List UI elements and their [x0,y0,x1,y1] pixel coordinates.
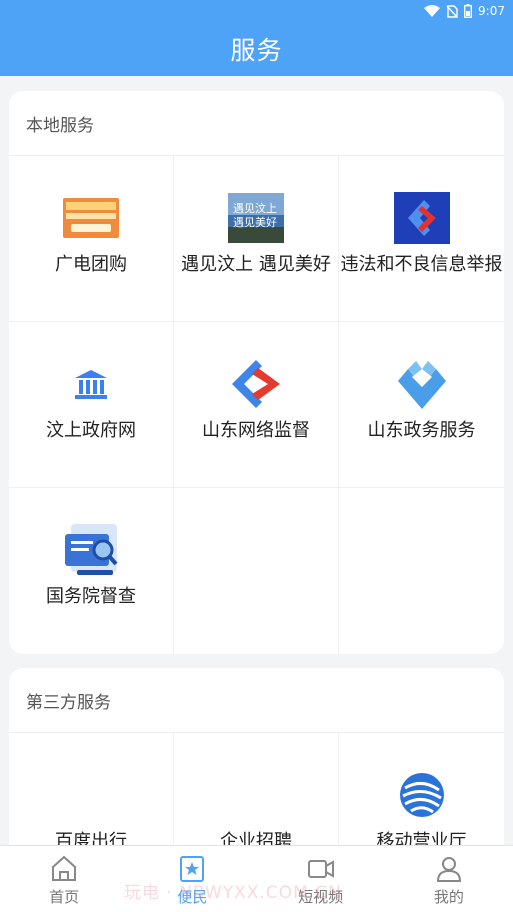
service-label: 广电团购 [55,254,127,275]
network-supervision-logo-icon [228,358,284,410]
service-label: 遇见汶上 遇见美好 [181,254,331,275]
section-title: 本地服务 [26,115,94,136]
service-item-group-buy[interactable]: 广电团购 [9,156,174,322]
no-sim-icon [446,4,458,18]
status-time: 9:07 [478,4,505,18]
watermark: 玩电 · NBWYXX.COM.CN [124,883,342,903]
service-item-wenshang-gov[interactable]: 汶上政府网 [9,322,174,488]
state-council-inspection-icon [63,524,119,576]
nav-label: 首页 [49,888,80,906]
user-icon [436,857,461,882]
service-label: 山东政务服务 [367,420,476,441]
empty-cell [174,488,339,654]
nav-home[interactable]: 首页 [0,846,128,912]
home-icon [52,855,77,881]
service-item-state-council[interactable]: 国务院督查 [9,488,174,654]
government-service-logo-icon [394,358,450,410]
report-logo-icon [393,192,450,244]
status-bar: 9:07 [0,0,513,22]
service-label: 国务院督查 [46,586,136,607]
nav-label: 我的 [433,888,464,906]
page-header: 服务 [0,22,513,76]
svg-text:遇见美好: 遇见美好 [233,215,277,229]
local-services-card: 本地服务 广电团购 遇见汶上 遇见美好 遇见汶上 遇见美好 违法和不良信息举报 … [9,91,504,654]
service-label: 山东网络监督 [202,420,310,441]
service-item-wenshang[interactable]: 遇见汶上 遇见美好 遇见汶上 遇见美好 [174,156,339,322]
china-mobile-logo-icon [394,769,450,821]
svg-text:遇见汶上: 遇见汶上 [233,201,277,215]
wifi-icon [424,5,441,17]
wenshang-photo-icon: 遇见汶上 遇见美好 [228,192,284,244]
government-building-icon [63,358,119,410]
service-item-report[interactable]: 违法和不良信息举报 [339,156,504,322]
battery-icon [464,4,473,18]
service-item-network-supervision[interactable]: 山东网络监督 [174,322,339,488]
service-label: 汶上政府网 [46,420,136,441]
empty-cell [339,488,504,654]
service-item-gov-service[interactable]: 山东政务服务 [339,322,504,488]
section-title: 第三方服务 [26,692,111,713]
service-label: 违法和不良信息举报 [340,254,503,275]
group-buy-banner-icon [63,192,119,244]
page-title: 服务 [230,36,283,65]
nav-mine[interactable]: 我的 [385,846,513,912]
